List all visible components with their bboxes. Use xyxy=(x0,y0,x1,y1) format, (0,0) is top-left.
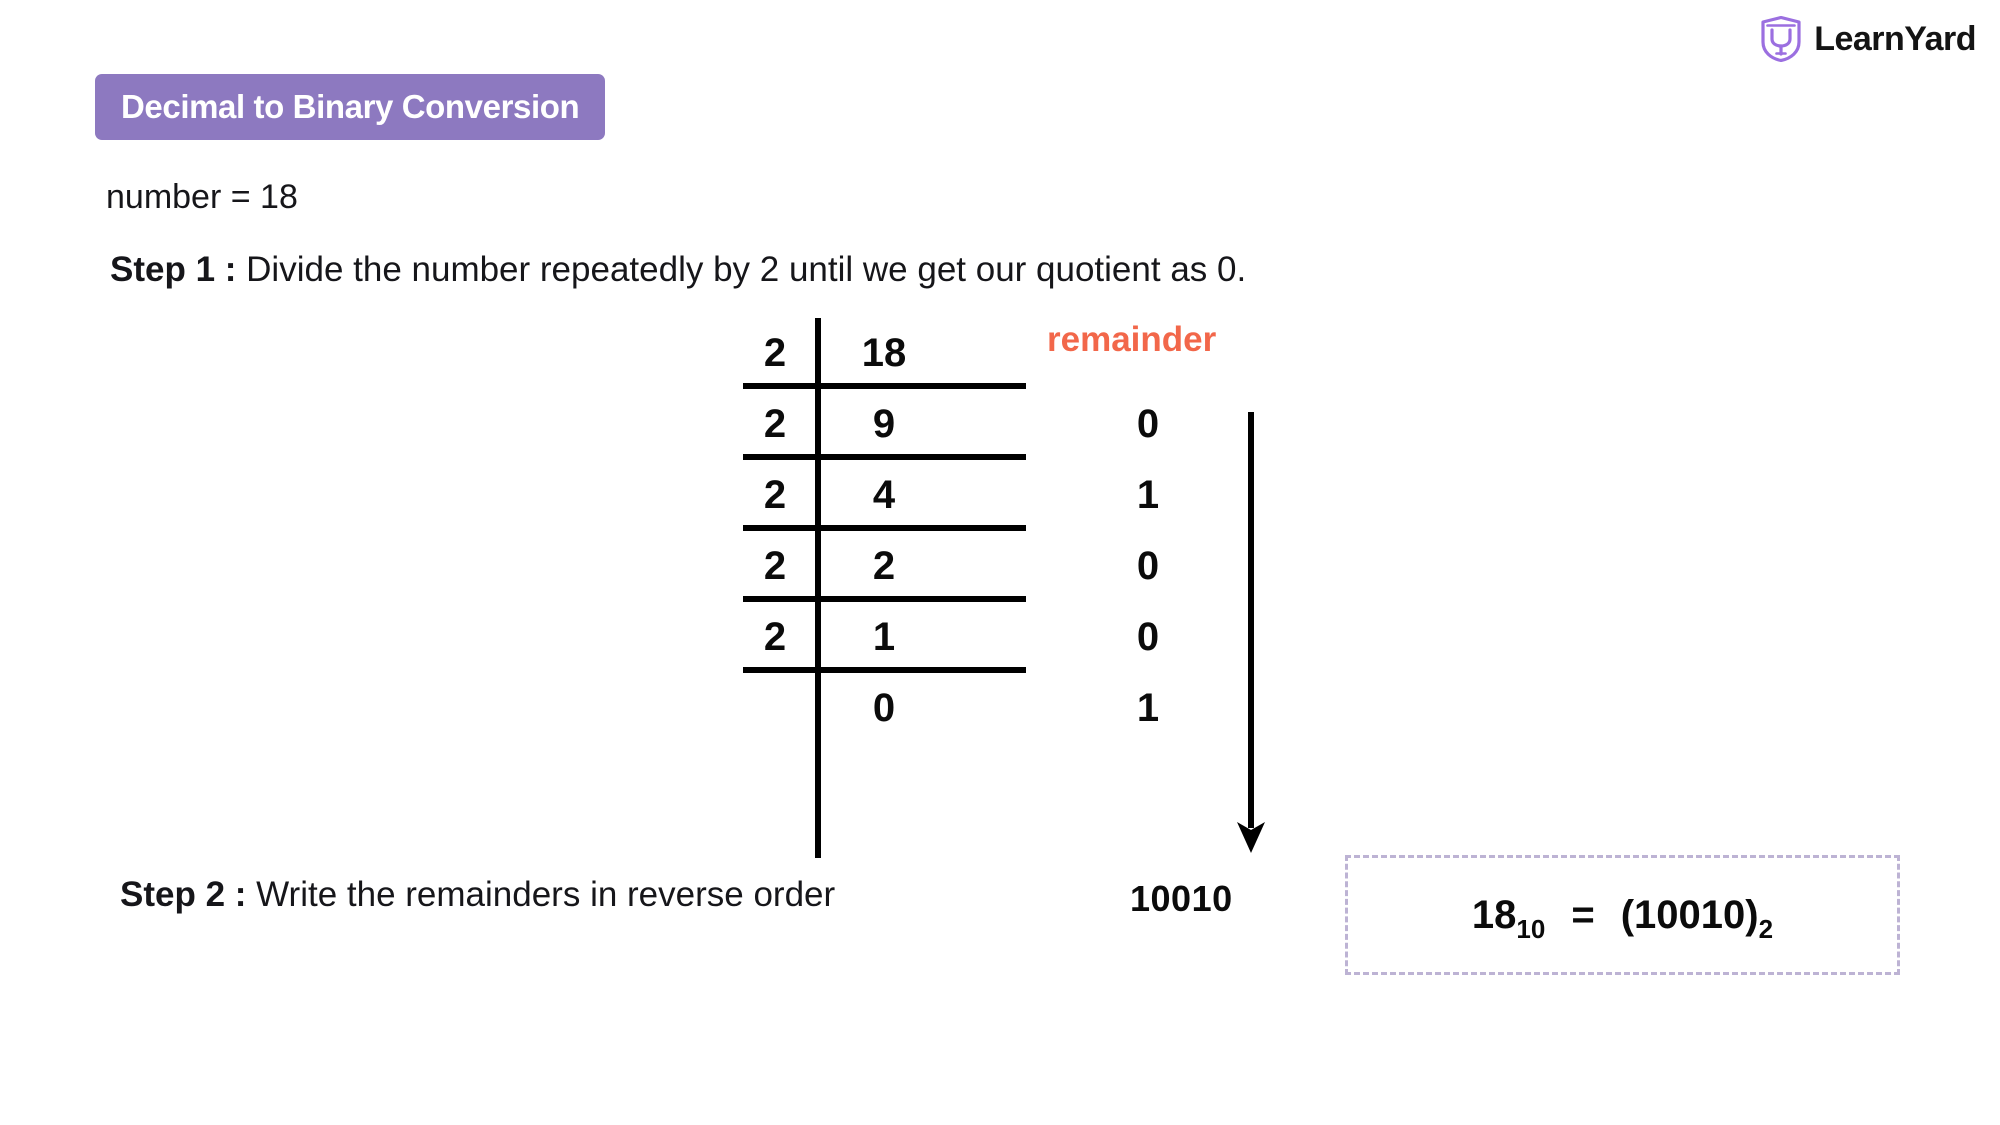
step-1-line: Step 1 : Divide the number repeatedly by… xyxy=(110,250,1246,290)
step-2-label: Step 2 : xyxy=(120,875,247,914)
division-row-final: 0 xyxy=(743,673,1033,744)
conclusion-box: 18 10 = (10010) 2 xyxy=(1345,855,1900,975)
step-1-body: Divide the number repeatedly by 2 until … xyxy=(236,250,1247,289)
row-quotient: 0 xyxy=(872,686,896,730)
step-2-line: Step 2 : Write the remainders in reverse… xyxy=(120,875,835,915)
row-quotient: 18 xyxy=(861,331,907,375)
input-number-line: number = 18 xyxy=(106,178,298,216)
brand-logo: LearnYard xyxy=(1760,16,1976,62)
binary-base: 2 xyxy=(1758,913,1774,944)
page-title: Decimal to Binary Conversion xyxy=(121,88,580,125)
binary-open-paren: ( xyxy=(1620,892,1635,937)
remainder-column: 0 1 0 0 1 xyxy=(1108,318,1188,858)
remainder-value: 0 xyxy=(1136,544,1160,588)
row-quotient: 9 xyxy=(872,402,896,446)
row-divisor: 2 xyxy=(763,544,787,588)
reversed-remainders-result: 10010 xyxy=(1130,878,1233,919)
step-2-body: Write the remainders in reverse order xyxy=(246,875,836,914)
equals-sign: = xyxy=(1571,892,1595,937)
row-quotient: 1 xyxy=(872,615,896,659)
remainder-value: 1 xyxy=(1136,473,1160,517)
row-divisor: 2 xyxy=(763,402,787,446)
brand-name: LearnYard xyxy=(1814,20,1976,58)
page-title-banner: Decimal to Binary Conversion xyxy=(95,74,606,140)
row-quotient: 2 xyxy=(872,544,896,588)
binary-close-paren: ) xyxy=(1745,892,1759,937)
remainder-value: 0 xyxy=(1136,615,1160,659)
division-row: 2 2 xyxy=(743,531,1033,602)
row-divisor: 2 xyxy=(763,331,787,375)
conversion-equation: 18 10 = (10010) 2 xyxy=(1471,892,1773,944)
row-divisor xyxy=(743,673,807,744)
division-table: 2 18 2 9 2 4 2 2 2 1 0 xyxy=(743,318,1033,858)
row-divisor: 2 xyxy=(763,615,787,659)
division-row: 2 1 xyxy=(743,602,1033,673)
slide-canvas: LearnYard Decimal to Binary Conversion n… xyxy=(0,0,2000,1125)
decimal-value: 18 xyxy=(1471,892,1517,937)
shield-y-logo-icon xyxy=(1761,16,1801,62)
binary-value: 10010 xyxy=(1634,892,1746,937)
remainder-value: 0 xyxy=(1136,402,1160,446)
row-divisor: 2 xyxy=(763,473,787,517)
division-row: 2 18 xyxy=(743,318,1033,389)
division-row: 2 4 xyxy=(743,460,1033,531)
decimal-base: 10 xyxy=(1516,913,1546,944)
arrow-down-icon xyxy=(1237,412,1265,853)
division-row: 2 9 xyxy=(743,389,1033,460)
row-quotient: 4 xyxy=(872,473,896,517)
remainder-value: 1 xyxy=(1136,686,1160,730)
step-1-label: Step 1 : xyxy=(110,250,237,289)
